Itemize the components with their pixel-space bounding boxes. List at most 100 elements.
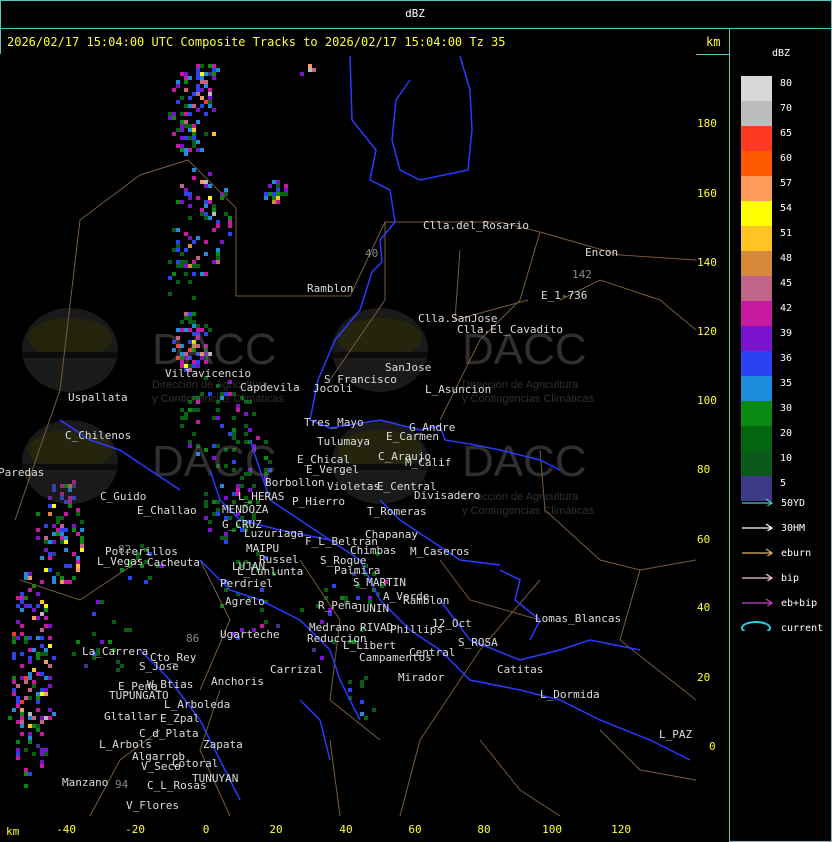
y-tick-label: 20 [697, 671, 711, 684]
place-label: E_Challao [137, 504, 197, 517]
place-label: TUPUNGATO [109, 689, 169, 702]
place-label: L_Asuncion [425, 383, 491, 396]
place-label: Gltallar [104, 710, 157, 723]
watermark-logo [22, 308, 118, 392]
x-tick-label: 0 [202, 823, 210, 836]
place-label: R_Peña [318, 599, 358, 612]
place-label: E_Vergel [306, 463, 359, 476]
place-label: Violetas [327, 480, 380, 493]
place-label: E_1-736 [541, 289, 587, 302]
place-label: L_PAZ [659, 728, 692, 741]
window-title: dBZ [405, 7, 425, 20]
color-swatch [741, 326, 772, 351]
place-label: 82 [118, 543, 131, 556]
color-level-label: 80 [780, 78, 793, 89]
color-level-label: 57 [780, 178, 793, 189]
x-axis-unit: km [6, 825, 20, 838]
track-arrow-icon [742, 573, 774, 581]
place-label: Carrizal [270, 663, 323, 676]
place-label: Catitas [497, 663, 543, 676]
place-label: 94 [115, 778, 129, 791]
track-label: 50YD [781, 498, 806, 509]
place-label: V_Seco [141, 760, 181, 773]
place-label: Encon [585, 246, 618, 259]
place-label: 40 [365, 247, 378, 260]
place-label: T_Romeras [367, 505, 427, 518]
place-label: L_HERAS [238, 490, 284, 503]
color-level-label: 65 [780, 128, 793, 139]
current-ellipse-icon [741, 621, 771, 631]
place-label: L_Arboleda [164, 698, 230, 711]
color-level-label: 42 [780, 303, 793, 314]
place-label: 142 [572, 268, 592, 281]
y-tick-label: 160 [697, 187, 717, 200]
color-level-label: 39 [780, 328, 793, 339]
place-label: C_Guido [100, 490, 146, 503]
color-level-label: 51 [780, 228, 793, 239]
color-level-label: 36 [780, 353, 793, 364]
color-swatch [741, 451, 772, 476]
header-timestamp: 2026/02/17 15:04:00 UTC Composite Tracks… [7, 35, 506, 49]
y-tick-label: 80 [697, 463, 711, 476]
place-label: Paredas [0, 466, 44, 479]
color-level-label: 70 [780, 103, 793, 114]
watermark-line2: y Contingencias Climáticas [462, 505, 595, 517]
x-tick-label: 40 [339, 823, 353, 836]
track-label: 30HM [781, 523, 806, 534]
place-label: Lomas_Blancas [535, 612, 621, 625]
color-swatch [741, 101, 772, 126]
color-swatch [741, 426, 772, 451]
place-label: Jocoli [313, 382, 353, 395]
y-tick-label: 100 [697, 394, 717, 407]
y-tick-label: 60 [697, 533, 711, 546]
place-label: P_Hierro [292, 495, 345, 508]
color-level-label: 30 [780, 403, 793, 414]
legend-title: dBZ [772, 48, 791, 59]
radar-map[interactable]: DACC DACC DACC DACC Dirección de Agricul… [0, 54, 696, 816]
x-tick-label: 100 [542, 823, 562, 836]
color-level-label: 35 [780, 378, 793, 389]
place-label: 86 [186, 632, 199, 645]
place-label: Cacheuta [147, 556, 200, 569]
place-label: L_Dormida [540, 688, 600, 701]
track-arrow-icon [742, 498, 774, 506]
place-label: S_ROSA [458, 636, 498, 649]
place-label: JUNIN [356, 602, 389, 615]
track-label: eb+bip [781, 598, 818, 609]
place-label: S_Jose [139, 660, 179, 673]
place-label: Perdriel [220, 577, 273, 590]
place-label: Central [409, 646, 455, 659]
place-label: E_Carmen [386, 430, 439, 443]
track-arrow-icon [742, 548, 774, 556]
place-label: C_L_Rosas [147, 779, 207, 792]
y-tick-label: 40 [697, 601, 711, 614]
track-label: current [781, 623, 824, 634]
header-unit: km [706, 35, 721, 49]
watermark-line2: y Contingencias Climáticas [152, 393, 285, 405]
color-level-label: 54 [780, 203, 793, 214]
place-label: Borbollon [265, 476, 325, 489]
x-tick-label: 80 [477, 823, 491, 836]
place-label: Ramblon [403, 594, 449, 607]
y-tick-label: 180 [697, 117, 717, 130]
color-swatch [741, 76, 772, 101]
color-level-label: 48 [780, 253, 793, 264]
place-label: Capdevila [240, 381, 300, 394]
x-tick-label: 60 [408, 823, 422, 836]
place-label: La_Carrera [82, 645, 148, 658]
color-swatch [741, 301, 772, 326]
y-tick-label: 140 [697, 256, 717, 269]
place-label: MENDOZA [222, 503, 269, 516]
color-level-label: 20 [780, 428, 793, 439]
place-label: Uspallata [68, 391, 128, 404]
y-tick-label: 0 [709, 740, 716, 753]
color-swatch [741, 351, 772, 376]
place-label: Tres_Mayo [304, 416, 364, 429]
color-level-label: 60 [780, 153, 793, 164]
x-tick-label: -20 [125, 823, 145, 836]
place-label: 12_Oct [432, 617, 472, 630]
color-swatch [741, 376, 772, 401]
place-label: SanJose [385, 361, 431, 374]
color-swatch [741, 151, 772, 176]
place-label: V_Flores [126, 799, 179, 812]
